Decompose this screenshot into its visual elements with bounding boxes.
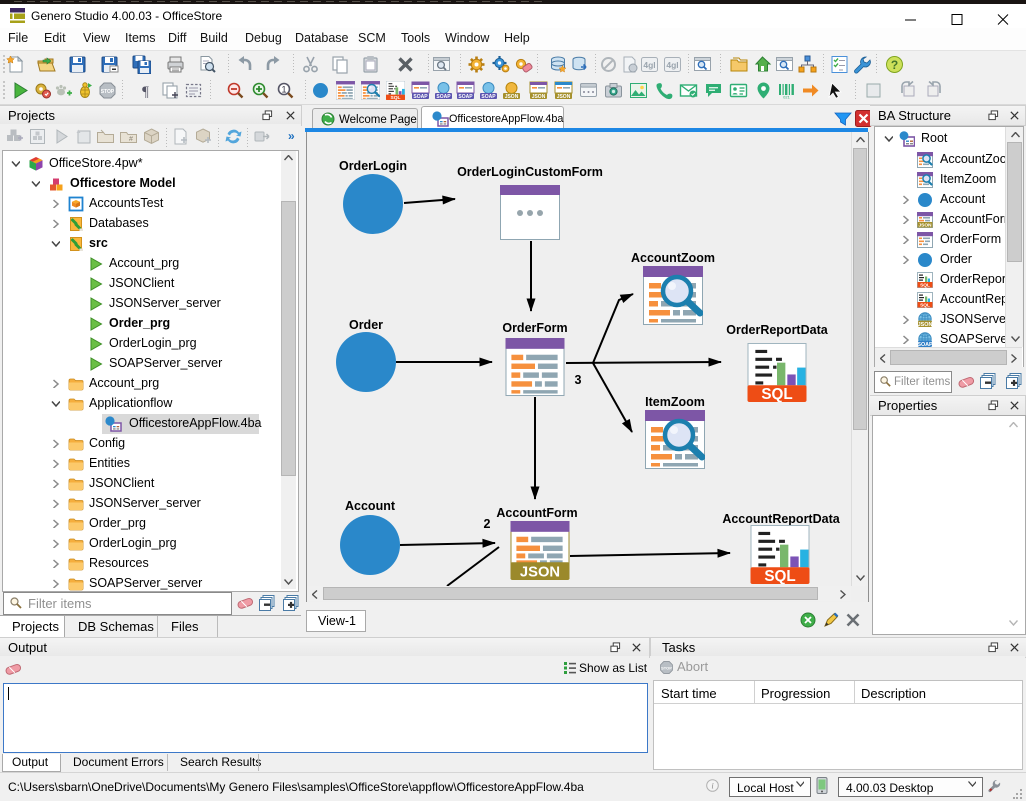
svg-text:STOP: STOP <box>661 665 672 670</box>
svg-text:4gl: 4gl <box>666 60 678 70</box>
svg-text:STOP: STOP <box>101 89 115 95</box>
svg-text:021: 021 <box>783 95 790 100</box>
svg-text:OrderLogin: OrderLogin <box>339 159 407 173</box>
svg-text:Account: Account <box>345 499 396 513</box>
svg-text:4gl: 4gl <box>643 60 655 70</box>
svg-text:OrderLoginCustomForm: OrderLoginCustomForm <box>457 165 603 179</box>
svg-text:SOAP: SOAP <box>458 94 473 100</box>
svg-text:?: ? <box>891 58 898 72</box>
svg-text:AccountForm: AccountForm <box>496 506 577 520</box>
svg-text:ItemZoom: ItemZoom <box>645 395 705 409</box>
svg-text:SOAP: SOAP <box>436 94 451 100</box>
svg-text:¶: ¶ <box>142 84 149 100</box>
svg-text:JSON: JSON <box>505 94 519 100</box>
svg-text:SOAP: SOAP <box>481 94 496 100</box>
svg-text:1: 1 <box>281 85 286 95</box>
svg-text:JSON: JSON <box>532 94 546 100</box>
svg-text:AccountZoom: AccountZoom <box>631 251 715 265</box>
svg-text:OrderReportData: OrderReportData <box>726 323 828 337</box>
svg-text:AccountReportData: AccountReportData <box>722 512 840 526</box>
svg-text:3: 3 <box>575 373 582 387</box>
svg-text:JSON: JSON <box>557 94 571 100</box>
svg-text:OrderForm: OrderForm <box>502 321 567 335</box>
svg-text:#: # <box>129 136 133 143</box>
svg-text:SOAP: SOAP <box>413 94 428 100</box>
svg-text:2: 2 <box>484 517 491 531</box>
svg-text:Order: Order <box>349 318 383 332</box>
